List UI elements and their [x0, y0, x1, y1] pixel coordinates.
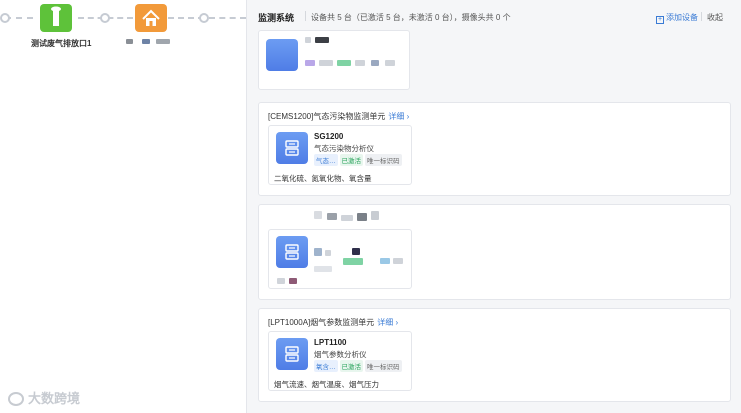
blurred-text [371, 211, 379, 220]
device-icon [276, 132, 308, 164]
unit-group [258, 30, 731, 94]
topology-canvas[interactable]: 测试废气排放口1 大数跨境 [0, 0, 246, 413]
blurred-text [355, 60, 365, 66]
measured-params: 烟气流速、烟气温度、烟气压力 [274, 380, 379, 389]
add-device-button[interactable]: + 添加设备 [656, 12, 698, 24]
device-type: 烟气参数分析仪 [314, 350, 367, 359]
plus-icon: + [656, 16, 664, 24]
blurred-text [385, 60, 395, 66]
device-card[interactable]: LPT1100 烟气参数分析仪 氧含… 已激活 唯一标识码 烟气流速、烟气温度、烟气… [268, 331, 412, 391]
detail-link[interactable]: 详细 › [388, 112, 409, 121]
connection-dot[interactable] [100, 13, 110, 23]
device-icon [266, 39, 298, 71]
device-type: 气态污染物分析仪 [314, 144, 374, 153]
chimney-icon[interactable] [40, 4, 72, 32]
blurred-text [319, 60, 333, 66]
unit-group-title: [CEMS1200]气态污染物监测单元 详细 › [268, 112, 410, 121]
connection-dot[interactable] [199, 13, 209, 23]
id-tag: 唯一标识码 [365, 360, 402, 372]
blurred-text [341, 215, 353, 221]
blurred-text [343, 258, 363, 265]
blurred-text [352, 248, 360, 255]
device-icon [276, 236, 308, 268]
connection-dot[interactable] [0, 13, 10, 23]
device-icon [276, 338, 308, 370]
device-name: SG1200 [314, 132, 344, 141]
blurred-text [315, 37, 329, 43]
device-stats: 设备共 5 台（已激活 5 台，未激活 0 台），摄像头共 0 个 [311, 13, 511, 22]
blurred-text [314, 248, 322, 256]
device-card[interactable] [268, 229, 412, 289]
blurred-text [277, 278, 285, 284]
panel-header: 监测系统 设备共 5 台（已激活 5 台，未激活 0 台），摄像头共 0 个 +… [258, 8, 734, 26]
device-tags: 氧含… 已激活 唯一标识码 [314, 360, 404, 372]
blurred-text [393, 258, 403, 264]
device-name: LPT1100 [314, 338, 347, 347]
server-icon [285, 346, 299, 362]
device-tags: 气态… 已激活 唯一标识码 [314, 154, 404, 166]
blurred-label [126, 39, 133, 44]
divider [701, 12, 702, 21]
blurred-text [305, 37, 311, 43]
blurred-text [357, 213, 367, 221]
device-card[interactable]: SG1200 气态污染物分析仪 气态… 已激活 唯一标识码 二氧化硫、氮氧化物、氧含… [268, 125, 412, 185]
blurred-text [289, 278, 297, 284]
divider [305, 11, 306, 21]
type-tag: 气态… [314, 154, 338, 166]
blurred-text [327, 213, 337, 220]
unit-group-cems1200: [CEMS1200]气态污染物监测单元 详细 › SG1200 气态污染物分析仪 … [258, 102, 731, 196]
unit-group-lpt1000a: [LPT1000A]烟气参数监测单元 详细 › LPT1100 烟气参数分析仪 氧… [258, 308, 731, 402]
device-card[interactable] [258, 30, 410, 90]
watermark: 大数跨境 [28, 391, 81, 406]
panel-title: 监测系统 [258, 13, 295, 23]
server-icon [285, 244, 299, 260]
detail-link[interactable]: 详细 › [377, 318, 398, 327]
blurred-text [337, 60, 351, 66]
blurred-text [314, 211, 322, 219]
status-badge: 已激活 [339, 154, 363, 166]
blurred-text [380, 258, 390, 264]
server-icon [285, 140, 299, 156]
connection-line [209, 17, 246, 19]
blurred-label [156, 39, 170, 44]
home-icon[interactable] [135, 4, 167, 32]
unit-group-title: [LPT1000A]烟气参数监测单元 详细 › [268, 318, 399, 327]
blurred-text [314, 266, 332, 272]
node-label: 测试废气排放口1 [31, 39, 92, 48]
collapse-button[interactable]: 收起 [707, 12, 723, 23]
blurred-text [371, 60, 379, 66]
status-badge: 已激活 [339, 360, 363, 372]
blurred-text [305, 60, 315, 66]
blurred-text [325, 250, 331, 256]
blurred-label [142, 39, 150, 44]
measured-params: 二氧化硫、氮氧化物、氧含量 [274, 174, 372, 183]
id-tag: 唯一标识码 [365, 154, 402, 166]
watermark-logo [8, 392, 24, 406]
type-tag: 氧含… [314, 360, 338, 372]
unit-group [258, 204, 731, 300]
